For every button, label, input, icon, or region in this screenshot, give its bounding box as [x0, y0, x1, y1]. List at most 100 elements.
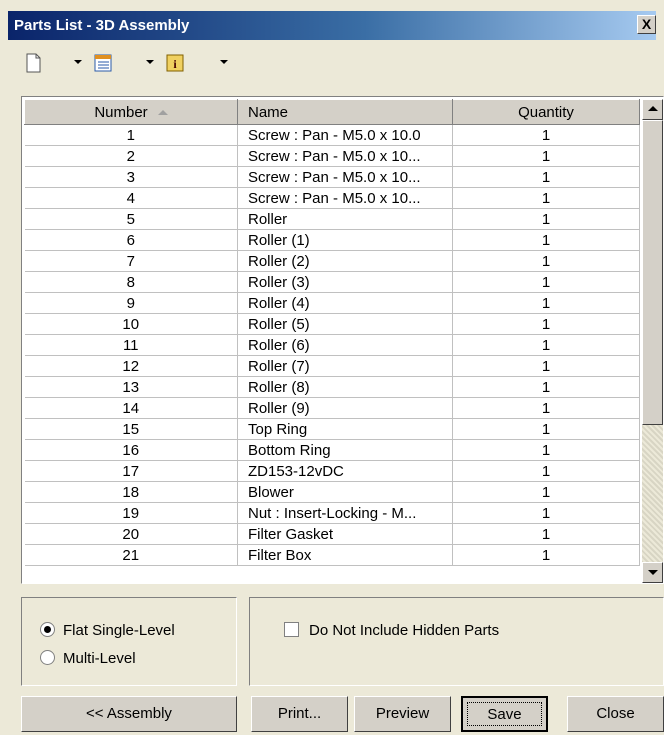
table-row[interactable]: 3 Screw : Pan - M5.0 x 10... 1 [24, 166, 640, 188]
cell-quantity: 1 [452, 523, 640, 545]
new-document-icon[interactable] [22, 52, 44, 74]
cell-quantity: 1 [452, 502, 640, 524]
column-header-name[interactable]: Name [237, 99, 453, 125]
cell-name: Filter Gasket [237, 523, 453, 545]
cell-number: 3 [24, 166, 238, 188]
assembly-button[interactable]: << Assembly [21, 696, 237, 732]
table-row[interactable]: 5 Roller 1 [24, 208, 640, 230]
cell-name: Roller (5) [237, 313, 453, 335]
table-row[interactable]: 13 Roller (8) 1 [24, 376, 640, 398]
scroll-up-button[interactable] [642, 99, 663, 120]
arrow-down-icon [648, 570, 658, 575]
title-bar: Parts List - 3D Assembly X [8, 11, 656, 40]
table-row[interactable]: 4 Screw : Pan - M5.0 x 10... 1 [24, 187, 640, 209]
cell-number: 16 [24, 439, 238, 461]
list-view-icon[interactable] [92, 52, 114, 74]
cell-quantity: 1 [452, 460, 640, 482]
cell-number: 8 [24, 271, 238, 293]
close-window-button[interactable]: X [637, 15, 656, 34]
table-row[interactable]: 14 Roller (9) 1 [24, 397, 640, 419]
table-row[interactable]: 1 Screw : Pan - M5.0 x 10.0 1 [24, 124, 640, 146]
cell-quantity: 1 [452, 397, 640, 419]
table-row[interactable]: 17 ZD153-12vDC 1 [24, 460, 640, 482]
cell-number: 6 [24, 229, 238, 251]
table-row[interactable]: 16 Bottom Ring 1 [24, 439, 640, 461]
table-row[interactable]: 15 Top Ring 1 [24, 418, 640, 440]
table-row[interactable]: 11 Roller (6) 1 [24, 334, 640, 356]
table-row[interactable]: 6 Roller (1) 1 [24, 229, 640, 251]
new-dropdown-arrow[interactable] [74, 60, 82, 64]
save-button[interactable]: Save [461, 696, 548, 732]
table-row[interactable]: 19 Nut : Insert-Locking - M... 1 [24, 502, 640, 524]
radio-unselected-icon[interactable] [40, 650, 55, 665]
cell-name: Nut : Insert-Locking - M... [237, 502, 453, 524]
cell-quantity: 1 [452, 481, 640, 503]
close-button[interactable]: Close [567, 696, 664, 732]
vertical-scrollbar[interactable] [642, 99, 663, 583]
table-row[interactable]: 8 Roller (3) 1 [24, 271, 640, 293]
cell-name: Filter Box [237, 544, 453, 566]
cell-quantity: 1 [452, 124, 640, 146]
scroll-down-button[interactable] [642, 562, 663, 583]
cell-name: Roller (8) [237, 376, 453, 398]
cell-number: 11 [24, 334, 238, 356]
preview-button[interactable]: Preview [354, 696, 451, 732]
table-row[interactable]: 12 Roller (7) 1 [24, 355, 640, 377]
properties-icon[interactable]: i [164, 52, 186, 74]
table-row[interactable]: 20 Filter Gasket 1 [24, 523, 640, 545]
cell-quantity: 1 [452, 334, 640, 356]
hidden-parts-checkbox[interactable]: Do Not Include Hidden Parts [284, 622, 499, 639]
properties-dropdown-arrow[interactable] [220, 60, 228, 64]
flat-single-level-radio[interactable]: Flat Single-Level [40, 622, 175, 639]
cell-number: 12 [24, 355, 238, 377]
cell-number: 20 [24, 523, 238, 545]
table-row[interactable]: 21 Filter Box 1 [24, 544, 640, 566]
cell-number: 14 [24, 397, 238, 419]
cell-number: 7 [24, 250, 238, 272]
table-row[interactable]: 2 Screw : Pan - M5.0 x 10... 1 [24, 145, 640, 167]
cell-name: Roller (9) [237, 397, 453, 419]
cell-number: 18 [24, 481, 238, 503]
arrow-up-icon [648, 106, 658, 111]
cell-name: Screw : Pan - M5.0 x 10... [237, 187, 453, 209]
cell-name: Roller (4) [237, 292, 453, 314]
cell-name: Blower [237, 481, 453, 503]
table-row[interactable]: 10 Roller (5) 1 [24, 313, 640, 335]
cell-number: 2 [24, 145, 238, 167]
cell-name: Top Ring [237, 418, 453, 440]
scroll-thumb[interactable] [642, 120, 663, 425]
column-header-quantity[interactable]: Quantity [452, 99, 640, 125]
cell-quantity: 1 [452, 376, 640, 398]
print-button[interactable]: Print... [251, 696, 348, 732]
toolbar: i [8, 52, 308, 78]
cell-number: 19 [24, 502, 238, 524]
table-row[interactable]: 18 Blower 1 [24, 481, 640, 503]
column-header-number[interactable]: Number [24, 99, 238, 125]
cell-name: ZD153-12vDC [237, 460, 453, 482]
cell-quantity: 1 [452, 187, 640, 209]
checkbox-icon[interactable] [284, 622, 299, 637]
table-row[interactable]: 9 Roller (4) 1 [24, 292, 640, 314]
hidden-parts-group: Do Not Include Hidden Parts [249, 597, 664, 686]
cell-name: Roller (1) [237, 229, 453, 251]
window-title: Parts List - 3D Assembly [14, 17, 190, 34]
table-row[interactable]: 7 Roller (2) 1 [24, 250, 640, 272]
list-dropdown-arrow[interactable] [146, 60, 154, 64]
multi-level-radio[interactable]: Multi-Level [40, 650, 136, 667]
sort-ascending-icon [157, 110, 168, 116]
parts-table: Number Name Quantity 1 Screw : Pan - M5.0… [21, 96, 664, 584]
save-button-label: Save [467, 702, 542, 726]
cell-quantity: 1 [452, 439, 640, 461]
cell-quantity: 1 [452, 292, 640, 314]
cell-quantity: 1 [452, 145, 640, 167]
cell-number: 21 [24, 544, 238, 566]
cell-number: 10 [24, 313, 238, 335]
cell-quantity: 1 [452, 313, 640, 335]
cell-name: Bottom Ring [237, 439, 453, 461]
cell-quantity: 1 [452, 544, 640, 566]
radio-selected-icon[interactable] [40, 622, 55, 637]
cell-quantity: 1 [452, 166, 640, 188]
cell-name: Roller [237, 208, 453, 230]
cell-number: 13 [24, 376, 238, 398]
cell-number: 9 [24, 292, 238, 314]
